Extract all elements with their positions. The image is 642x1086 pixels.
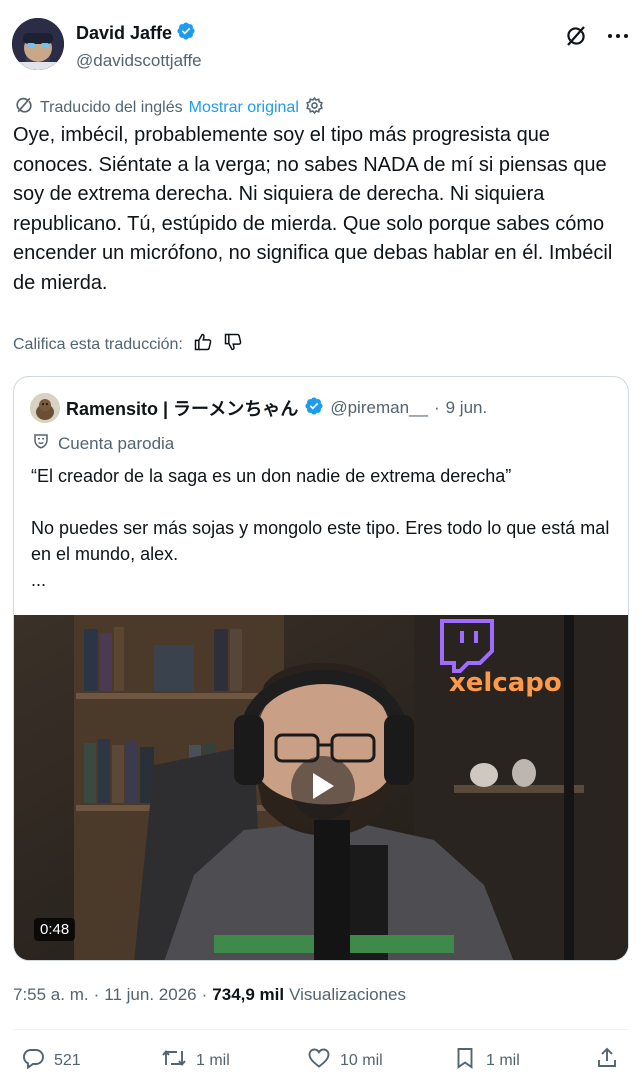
quoted-avatar[interactable] — [30, 393, 60, 423]
quoted-verified-badge-icon — [304, 396, 324, 421]
quoted-author-name[interactable]: Ramensito | ラーメンちゃん — [66, 395, 298, 421]
tweet-header: David Jaffe @davidscottjaffe — [12, 18, 632, 74]
quoted-date[interactable]: 9 jun. — [446, 398, 488, 418]
author-avatar[interactable] — [12, 18, 64, 70]
video-duration: 0:48 — [34, 918, 76, 941]
play-icon — [310, 771, 336, 806]
rate-translation-label: Califica esta traducción: — [13, 335, 183, 353]
author-name[interactable]: David Jaffe — [76, 23, 172, 44]
settings-gear-icon[interactable] — [305, 96, 324, 120]
quoted-text-line: No puedes ser más sojas y mongolo este t… — [31, 518, 610, 564]
views-count: 734,9 mil — [212, 985, 285, 1004]
divider — [13, 1029, 629, 1030]
views-label: Visualizaciones — [289, 985, 406, 1004]
repost-count: 1 mil — [196, 1051, 230, 1069]
like-button[interactable]: 10 mil — [307, 1046, 383, 1075]
play-button[interactable] — [291, 756, 355, 820]
quoted-text: “El creador de la saga es un don nadie d… — [31, 463, 611, 593]
repost-button[interactable]: 1 mil — [161, 1046, 230, 1075]
quoted-text-line: “El creador de la saga es un don nadie d… — [31, 466, 512, 486]
parody-label: Cuenta parodia — [58, 433, 175, 453]
parody-label-row: Cuenta parodia — [32, 432, 174, 455]
parody-mask-icon — [32, 432, 50, 455]
translated-label: Traducido del inglés — [40, 98, 183, 116]
quoted-text-line — [31, 489, 611, 515]
grok-icon[interactable] — [564, 24, 588, 48]
share-button[interactable] — [595, 1046, 619, 1075]
translate-icon — [14, 95, 34, 120]
bookmark-icon — [453, 1046, 477, 1075]
bookmark-count: 1 mil — [486, 1051, 520, 1069]
neon-sign-text: xelcapo — [449, 668, 562, 698]
author-handle[interactable]: @davidscottjaffe — [76, 51, 202, 71]
verified-badge-icon[interactable] — [176, 21, 196, 46]
quoted-text-line: ... — [31, 570, 47, 590]
like-count: 10 mil — [340, 1051, 383, 1069]
reply-button[interactable]: 521 — [21, 1046, 81, 1075]
quoted-video[interactable]: xelcapo 0:48 — [14, 615, 628, 960]
heart-icon — [307, 1046, 331, 1075]
tweet-meta: 7:55 a. m. · 11 jun. 2026 · 734,9 mil Vi… — [13, 985, 406, 1005]
bookmark-button[interactable]: 1 mil — [453, 1046, 520, 1075]
repost-icon — [161, 1046, 187, 1075]
rate-translation: Califica esta traducción: — [13, 332, 243, 357]
quoted-tweet[interactable]: Ramensito | ラーメンちゃん @pireman__ · 9 jun. … — [13, 376, 629, 961]
reply-count: 521 — [54, 1051, 81, 1069]
action-bar: 521 1 mil 10 mil 1 mil — [13, 1040, 629, 1080]
meta-separator: · — [201, 985, 208, 1004]
quoted-author-handle[interactable]: @pireman__ — [330, 398, 428, 418]
tweet-date[interactable]: 11 jun. 2026 — [104, 985, 196, 1005]
more-icon[interactable] — [606, 24, 630, 48]
tweet-text: Oye, imbécil, probablemente soy el tipo … — [13, 124, 613, 294]
tweet-time[interactable]: 7:55 a. m. — [13, 985, 89, 1005]
show-original-link[interactable]: Mostrar original — [189, 99, 299, 117]
thumbs-down-icon[interactable] — [223, 332, 243, 357]
quoted-separator: · — [433, 398, 440, 417]
reply-icon — [21, 1046, 45, 1075]
thumbs-up-icon[interactable] — [193, 332, 213, 357]
share-icon — [595, 1046, 619, 1075]
meta-separator: · — [93, 985, 100, 1004]
translation-bar: Traducido del inglés Mostrar original — [14, 95, 324, 120]
